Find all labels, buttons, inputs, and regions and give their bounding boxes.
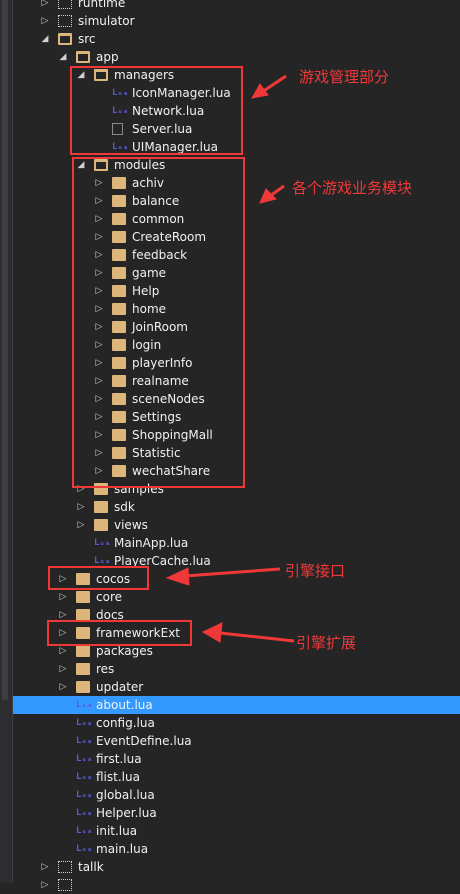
annotation-arrows bbox=[165, 74, 295, 643]
arrow-head-frameworkext bbox=[201, 622, 223, 643]
annotation-frameworkext: 引擎扩展 bbox=[296, 634, 357, 652]
arrow-cocos bbox=[184, 567, 281, 578]
arrow-managers bbox=[261, 74, 287, 94]
arrow-head-managers bbox=[251, 83, 269, 99]
annotation-managers: 游戏管理部分 bbox=[299, 68, 390, 86]
arrow-frameworkext bbox=[219, 631, 295, 643]
annotation-modules: 各个游戏业务模块 bbox=[292, 179, 413, 197]
annotation-cocos: 引擎接口 bbox=[285, 562, 346, 580]
arrow-head-modules bbox=[259, 188, 277, 204]
arrow-head-cocos bbox=[165, 567, 190, 586]
